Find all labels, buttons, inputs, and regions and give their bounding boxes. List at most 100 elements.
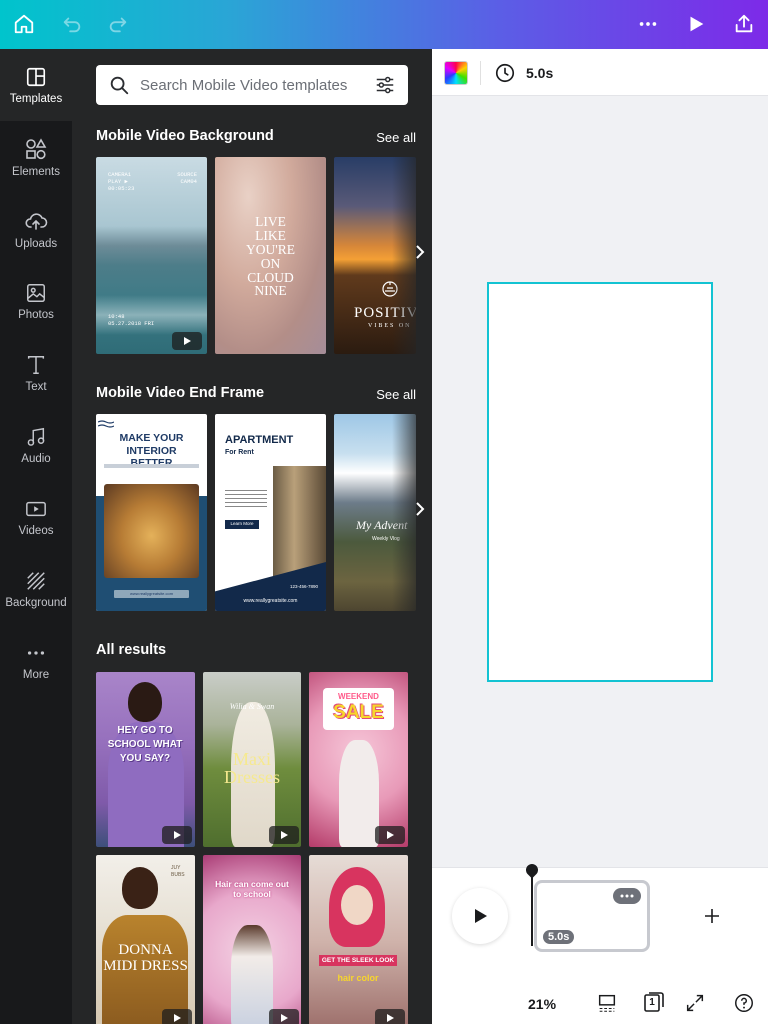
rail-label: Uploads [14,237,58,250]
see-all-link[interactable]: See all [376,387,416,402]
rail-item-background[interactable]: Background [0,553,72,625]
ellipsis-icon [620,894,634,898]
carousel-next-button[interactable] [414,500,426,523]
help-icon [735,994,753,1012]
duration-label: 5.0s [526,65,554,81]
audio-icon [27,427,45,446]
design-canvas-page[interactable] [487,282,713,682]
redo-button[interactable] [102,8,134,40]
rail-item-elements[interactable]: Elements [0,121,72,193]
thumb-building [273,466,326,581]
playhead[interactable] [523,861,541,946]
thumb-person [231,925,273,1024]
thumb-text: GET THE SLEEK LOOK [319,955,397,966]
clock-icon [495,63,515,83]
chevron-right-icon [416,502,425,516]
grid-view-icon [598,994,616,1012]
share-button[interactable] [728,8,760,40]
clip-duration-badge: 5.0s [543,930,575,944]
thumb-text: Learn More [230,521,254,526]
chevron-right-icon [416,245,425,259]
search-input[interactable] [140,76,360,94]
play-icon [174,1014,181,1022]
rail-item-audio[interactable]: Audio [0,409,72,481]
rail-item-photos[interactable]: Photos [0,265,72,337]
thumb-text: www.reallygreatsite.com [129,591,174,596]
color-picker-button[interactable] [444,61,468,85]
play-icon [174,831,181,839]
home-button[interactable] [8,8,40,40]
pages-button[interactable]: 1 [642,990,666,1014]
thumb-text: Hair can come out to school [215,879,289,900]
template-thumb[interactable]: CAMERA1 PLAY ▶ 00:05:23 SOURCE CAM04 10:… [96,157,207,354]
rail-item-uploads[interactable]: Uploads [0,193,72,265]
thumb-text: 10:48 05.27.2018 FRI [108,313,155,328]
template-thumb[interactable]: LIVE LIKE YOU'RE ON CLOUD NINE [215,157,326,354]
template-thumb[interactable]: APARTMENT For Rent Learn More 123-456-78… [215,414,326,611]
video-play-badge [162,826,192,844]
timeline-play-button[interactable] [452,888,508,944]
video-play-badge [269,1009,299,1024]
more-options-button[interactable] [632,8,664,40]
video-play-badge [375,826,405,844]
thumb-text: HEY GO TO SCHOOL WHAT YOU SAY? [107,725,183,764]
pages-count: 1 [649,997,655,1008]
template-thumb[interactable]: Hair can come out to school [203,855,301,1024]
thumb-text: JUY BUBS [171,865,185,878]
template-thumb[interactable]: HEY GO TO SCHOOL WHAT YOU SAY? [96,672,195,847]
fullscreen-button[interactable] [684,992,706,1019]
photos-icon [27,283,45,302]
play-icon [690,16,704,32]
undo-icon [63,17,81,33]
see-all-link[interactable]: See all [376,130,416,145]
template-thumb[interactable]: Wilia & Swan Maxi Dresses [203,672,301,847]
carousel-fade [392,414,432,611]
thumb-caption-line [104,464,199,468]
thumb-text: hair color [337,973,379,983]
videos-icon [26,501,46,516]
add-page-button[interactable] [698,902,726,930]
grid-view-button[interactable] [596,992,618,1019]
toolbar-divider [480,61,481,85]
play-icon [281,1014,288,1022]
wave-icon [98,420,114,428]
rail-item-text[interactable]: Text [0,337,72,409]
templates-panel: Mobile Video Background See all CAMERA1 … [72,49,432,1024]
play-icon [475,909,487,923]
section-title: Mobile Video End Frame [96,385,265,401]
present-button[interactable] [680,8,712,40]
video-play-badge [172,332,202,350]
video-play-badge [375,1009,405,1024]
home-icon [14,14,34,34]
help-button[interactable] [733,992,755,1019]
search-box[interactable] [96,65,408,105]
template-thumb[interactable]: JUY BUBS DONNA MIDI DRESS [96,855,195,1024]
more-icon [27,650,45,655]
rail-item-more[interactable]: More [0,625,72,697]
rail-item-templates[interactable]: Templates [0,49,72,121]
editor-area: 5.0s 5.0s 21% 1 [432,49,768,1024]
filter-icon[interactable] [374,74,396,96]
timeline-clip[interactable]: 5.0s [534,880,650,952]
section-title: All results [96,642,167,658]
thumb-person [339,740,379,847]
thumb-text: SOURCE CAM04 [177,171,197,186]
clip-options-button[interactable] [613,888,641,904]
thumb-text: CAMERA1 PLAY ▶ 00:05:23 [108,171,135,193]
carousel-next-button[interactable] [414,243,426,266]
duration-button[interactable]: 5.0s [494,61,553,85]
thumb-person-head [128,682,162,722]
template-thumb[interactable]: WEEKEND SALE [309,672,408,847]
thumb-text: APARTMENT [225,434,294,446]
thumb-text: Wilia & Swan [229,702,275,711]
play-icon [387,831,394,839]
thumb-text: DONNA MIDI DRESS [103,942,188,974]
template-thumb[interactable]: MAKE YOUR INTERIOR BETTER www.reallygrea… [96,414,207,611]
zoom-level[interactable]: 21% [528,996,556,1012]
rail-label: Audio [21,452,51,465]
thumb-face [341,885,373,925]
undo-button[interactable] [56,8,88,40]
template-thumb[interactable]: GET THE SLEEK LOOK hair color [309,855,408,1024]
expand-icon [686,994,704,1012]
rail-item-videos[interactable]: Videos [0,481,72,553]
